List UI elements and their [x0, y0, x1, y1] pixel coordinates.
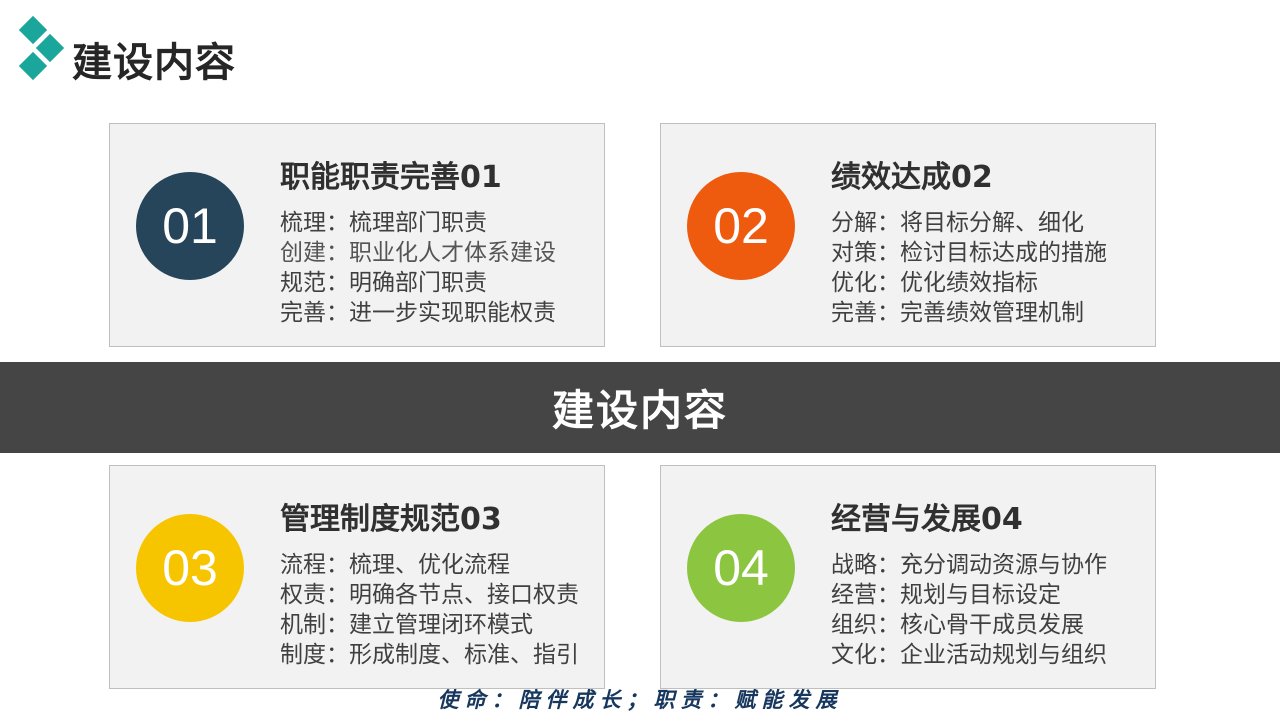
card-line: 权责：明确各节点、接口权责	[280, 582, 579, 608]
page-title: 建设内容	[72, 40, 236, 86]
card-04: 04 经营与发展04 战略：充分调动资源与协作 经营：规划与目标设定 组织：核心…	[660, 465, 1156, 689]
card-line: 创建：职业化人才体系建设	[280, 240, 556, 266]
number-badge-text: 03	[162, 540, 218, 596]
number-badge-02: 02	[687, 172, 795, 280]
card-line: 完善：完善绩效管理机制	[831, 300, 1084, 326]
card-lines: 梳理：梳理部门职责 创建：职业化人才体系建设 规范：明确部门职责 完善：进一步实…	[280, 208, 556, 328]
card-line: 战略：充分调动资源与协作	[831, 552, 1107, 578]
card-line: 完善：进一步实现职能权责	[280, 300, 556, 326]
number-badge-text: 04	[713, 540, 769, 596]
card-line: 流程：梳理、优化流程	[280, 552, 510, 578]
number-badge-04: 04	[687, 514, 795, 622]
center-banner-title: 建设内容	[551, 386, 728, 435]
card-01: 01 职能职责完善01 梳理：梳理部门职责 创建：职业化人才体系建设 规范：明确…	[109, 123, 605, 347]
card-title: 绩效达成02	[831, 160, 993, 195]
card-line: 分解：将目标分解、细化	[831, 210, 1084, 236]
card-title: 职能职责完善01	[280, 160, 502, 195]
card-line: 梳理：梳理部门职责	[280, 210, 487, 236]
footer-mission: 使命：陪伴成长；职责：赋能发展	[437, 687, 843, 712]
number-badge-01: 01	[136, 172, 244, 280]
card-line: 优化：优化绩效指标	[831, 270, 1038, 296]
card-title: 经营与发展04	[831, 502, 1023, 537]
number-badge-03: 03	[136, 514, 244, 622]
card-lines: 流程：梳理、优化流程 权责：明确各节点、接口权责 机制：建立管理闭环模式 制度：…	[280, 550, 579, 670]
card-line: 组织：核心骨干成员发展	[831, 612, 1084, 638]
card-line: 对策：检讨目标达成的措施	[831, 240, 1107, 266]
card-line: 制度：形成制度、标准、指引	[280, 642, 579, 668]
teal-diamond-logo-icon	[18, 16, 65, 81]
center-banner: 建设内容	[0, 362, 1280, 453]
card-03: 03 管理制度规范03 流程：梳理、优化流程 权责：明确各节点、接口权责 机制：…	[109, 465, 605, 689]
card-line: 文化：企业活动规划与组织	[831, 642, 1107, 668]
card-line: 经营：规划与目标设定	[831, 582, 1061, 608]
number-badge-text: 01	[162, 198, 218, 254]
card-line: 机制：建立管理闭环模式	[280, 612, 533, 638]
card-02: 02 绩效达成02 分解：将目标分解、细化 对策：检讨目标达成的措施 优化：优化…	[660, 123, 1156, 347]
card-lines: 战略：充分调动资源与协作 经营：规划与目标设定 组织：核心骨干成员发展 文化：企…	[831, 550, 1107, 670]
number-badge-text: 02	[713, 198, 769, 254]
card-title: 管理制度规范03	[280, 502, 502, 537]
card-lines: 分解：将目标分解、细化 对策：检讨目标达成的措施 优化：优化绩效指标 完善：完善…	[831, 208, 1107, 328]
card-line: 规范：明确部门职责	[280, 270, 487, 296]
